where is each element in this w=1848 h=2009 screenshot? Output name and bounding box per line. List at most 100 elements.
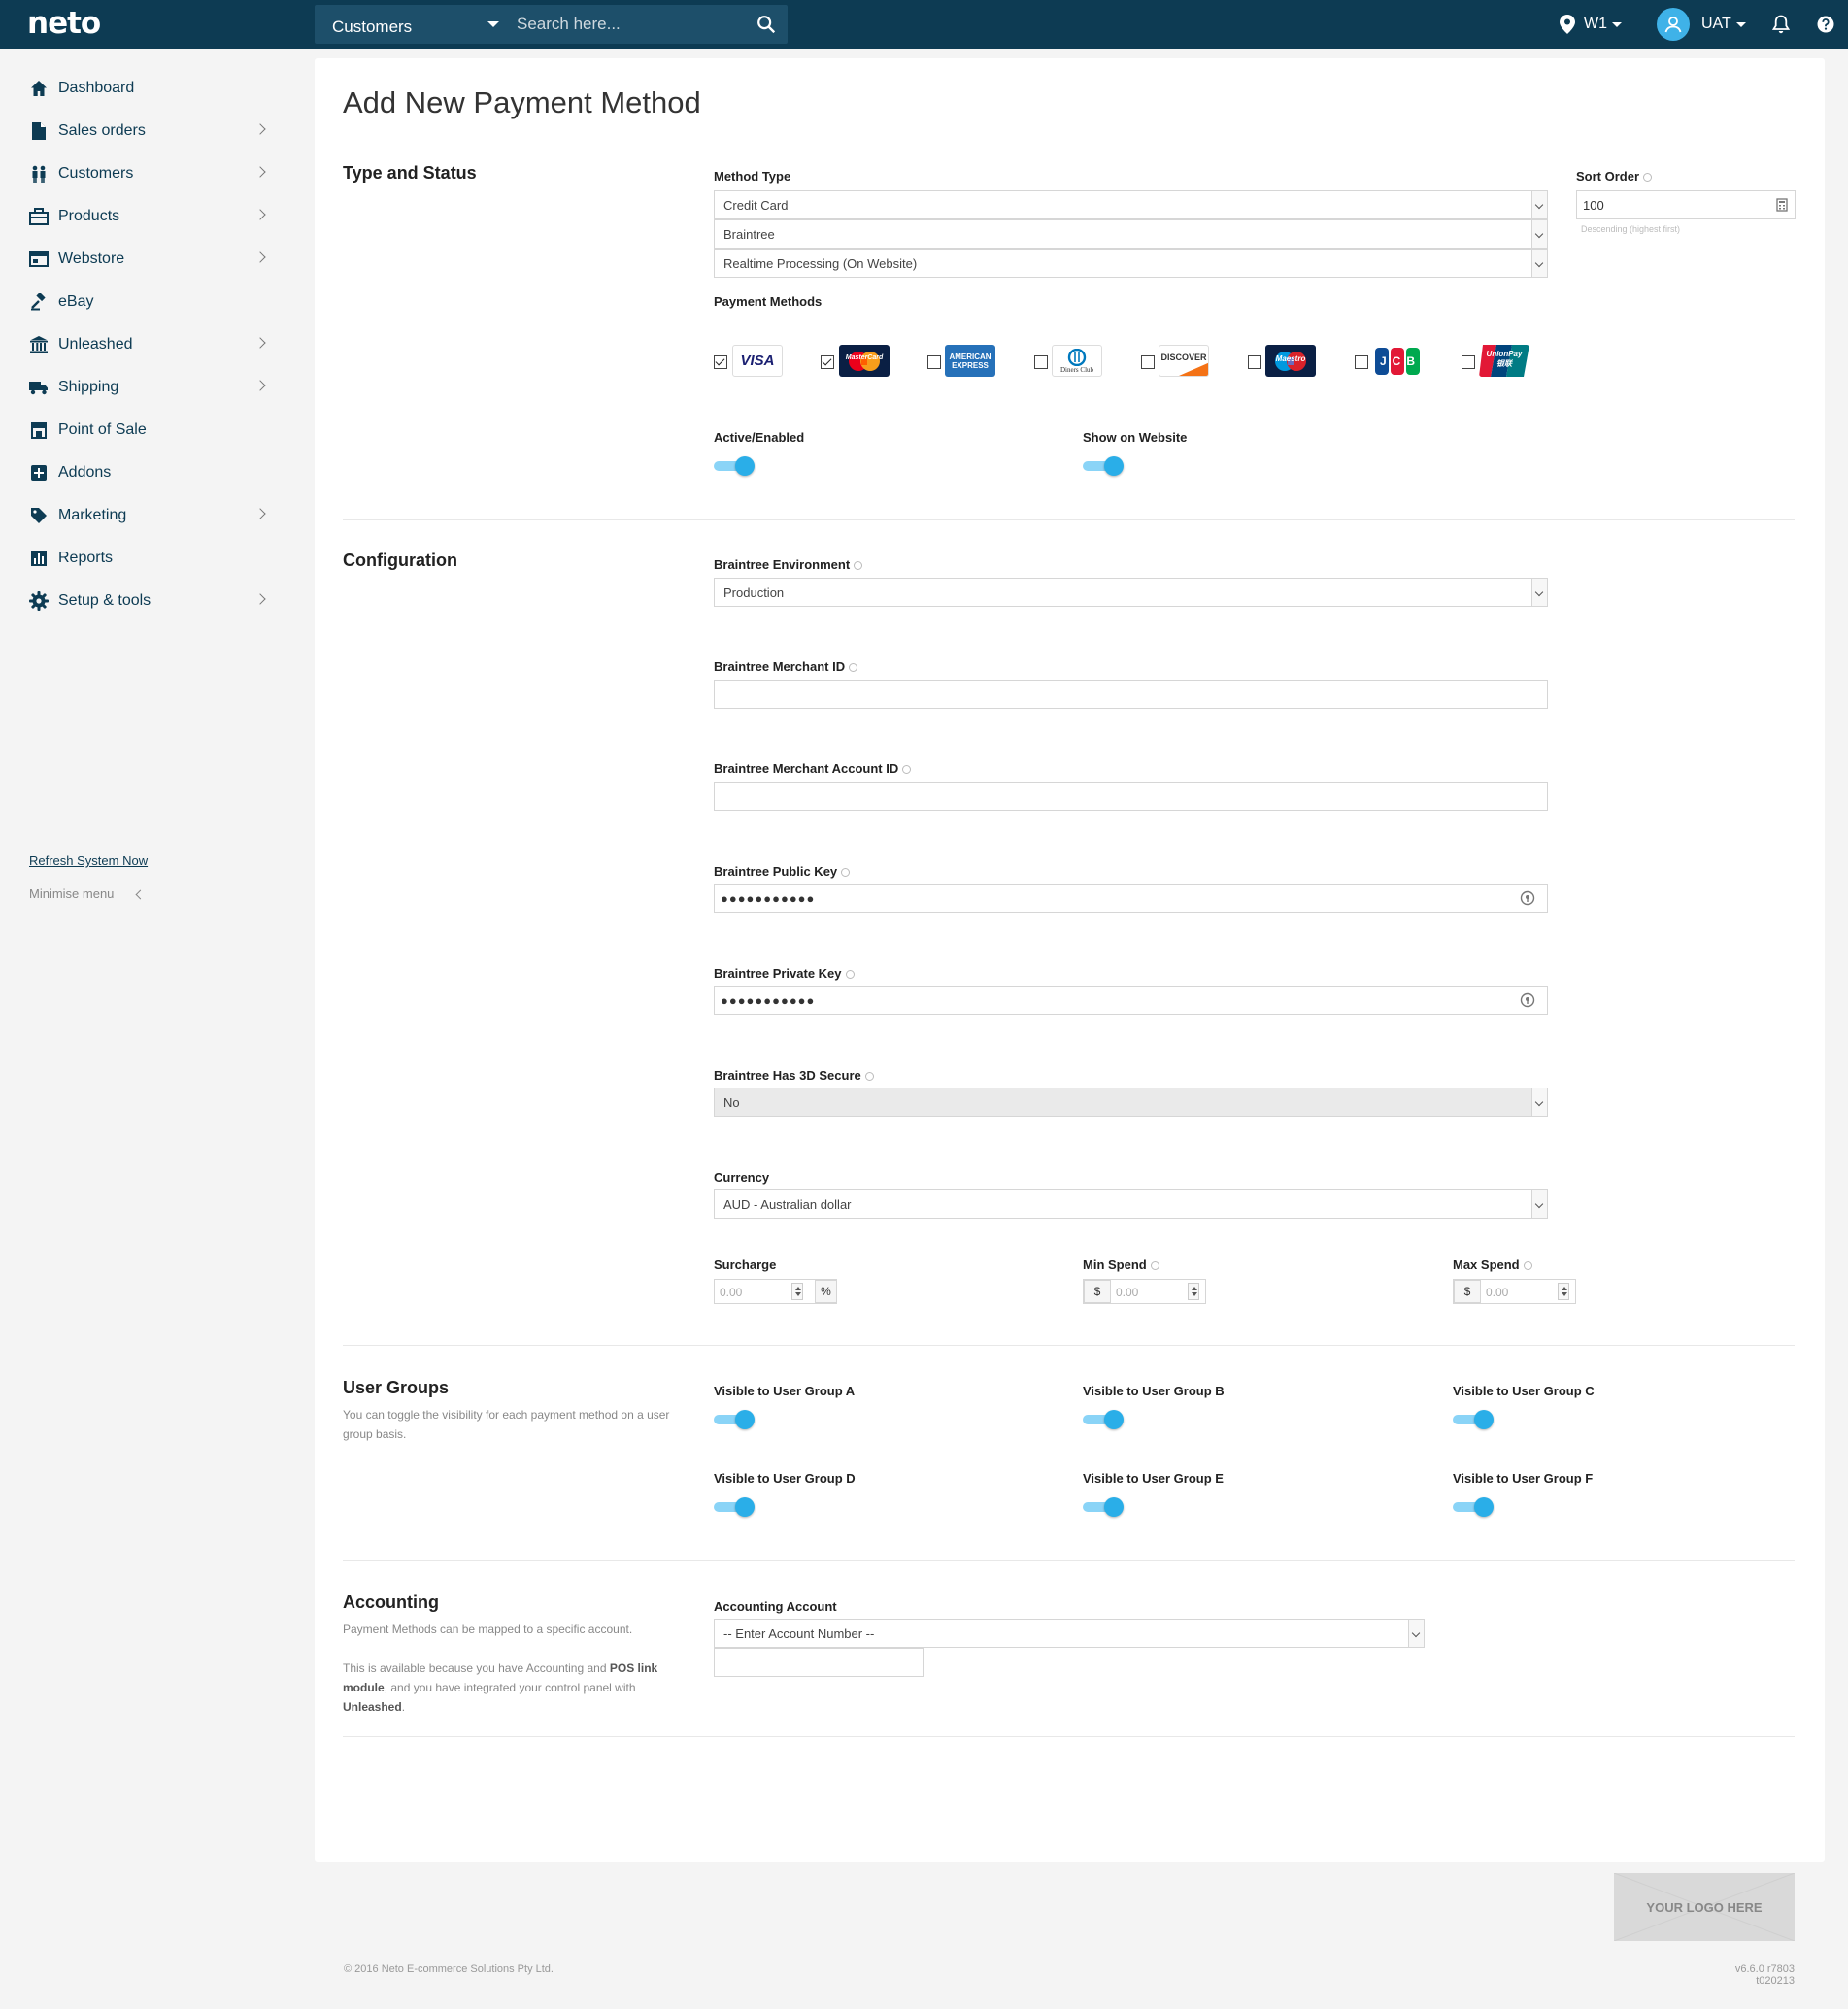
sidebar-item-setup-tools[interactable]: Setup & tools: [29, 582, 267, 620]
sort-order-value: 100: [1583, 198, 1604, 213]
sidebar-item-label: Customers: [58, 165, 134, 182]
user-group-b-toggle[interactable]: [1083, 1410, 1124, 1429]
top-navigation-bar: neto Customers W1 UAT: [0, 0, 1848, 49]
sidebar-item-addons[interactable]: Addons: [29, 453, 267, 492]
provider-select[interactable]: Braintree: [714, 219, 1548, 249]
show-on-website-toggle[interactable]: [1083, 456, 1124, 476]
sort-order-input[interactable]: 100: [1576, 190, 1796, 219]
visa-checkbox[interactable]: [714, 355, 727, 369]
merchant-id-label: Braintree Merchant ID: [714, 659, 858, 674]
sidebar-item-unleashed[interactable]: Unleashed: [29, 325, 267, 364]
sidebar-item-reports[interactable]: Reports: [29, 539, 267, 578]
user-group-e-label: Visible to User Group E: [1083, 1471, 1224, 1486]
refresh-system-link[interactable]: Refresh System Now: [29, 854, 148, 868]
private-key-value: ●●●●●●●●●●●: [721, 993, 816, 1008]
user-group-a-toggle[interactable]: [714, 1410, 755, 1429]
active-enabled-label: Active/Enabled: [714, 430, 805, 445]
percent-addon: %: [815, 1280, 837, 1303]
search-icon[interactable]: [756, 14, 777, 35]
unionpay-checkbox[interactable]: [1462, 355, 1475, 369]
maestro-checkbox[interactable]: [1248, 355, 1261, 369]
logo-placeholder: YOUR LOGO HERE: [1614, 1873, 1795, 1941]
stepper-icon[interactable]: [1188, 1283, 1199, 1300]
active-enabled-toggle[interactable]: [714, 456, 755, 476]
accounting-account-extra-input[interactable]: [714, 1648, 924, 1677]
diners-checkbox[interactable]: [1034, 355, 1048, 369]
sidebar-item-customers[interactable]: Customers: [29, 154, 267, 193]
sidebar-item-label: Point of Sale: [58, 421, 147, 438]
private-key-input[interactable]: ●●●●●●●●●●●: [714, 986, 1548, 1015]
max-spend-value: 0.00: [1486, 1286, 1509, 1299]
stepper-icon[interactable]: [791, 1283, 803, 1300]
minimise-menu-button[interactable]: Minimise menu: [29, 887, 146, 901]
public-key-input[interactable]: ●●●●●●●●●●●: [714, 884, 1548, 913]
section-title-accounting: Accounting: [343, 1592, 439, 1612]
max-spend-input[interactable]: $ 0.00: [1453, 1279, 1576, 1304]
user-groups-description: You can toggle the visibility for each p…: [343, 1408, 670, 1441]
sidebar-item-label: Products: [58, 208, 120, 224]
user-group-d-toggle[interactable]: [714, 1497, 755, 1517]
stepper-icon[interactable]: [1558, 1283, 1569, 1300]
section-title-type-status: Type and Status: [343, 163, 477, 183]
sidebar-item-marketing[interactable]: Marketing: [29, 496, 267, 535]
page-title: Add New Payment Method: [343, 85, 701, 119]
sidebar-item-label: Marketing: [58, 507, 127, 523]
sidebar-item-label: Dashboard: [58, 80, 135, 96]
sidebar-item-dashboard[interactable]: Dashboard: [29, 69, 267, 108]
user-group-b-label: Visible to User Group B: [1083, 1384, 1225, 1398]
notifications-button[interactable]: [1772, 0, 1790, 49]
sidebar-item-point-of-sale[interactable]: Point of Sale: [29, 411, 267, 450]
braintree-environment-select[interactable]: Production: [714, 578, 1548, 607]
search-input[interactable]: [507, 5, 740, 44]
gavel-icon: [29, 292, 49, 312]
browser-icon: [29, 250, 49, 269]
reveal-password-icon[interactable]: [1520, 992, 1535, 1008]
user-menu[interactable]: UAT: [1657, 0, 1746, 49]
neto-logo[interactable]: neto: [27, 6, 101, 41]
help-icon: [1817, 16, 1834, 33]
currency-select[interactable]: AUD - Australian dollar: [714, 1189, 1548, 1219]
merchant-id-input[interactable]: [714, 680, 1548, 709]
help-button[interactable]: [1817, 0, 1834, 49]
merchant-account-id-input[interactable]: [714, 782, 1548, 811]
method-type-select[interactable]: Credit Card: [714, 190, 1548, 219]
sidebar-item-webstore[interactable]: Webstore: [29, 240, 267, 279]
processing-select[interactable]: Realtime Processing (On Website): [714, 249, 1548, 278]
sidebar-item-label: Reports: [58, 550, 114, 566]
jcb-logo-icon: JCB: [1372, 345, 1423, 377]
search-scope-dropdown[interactable]: Customers: [315, 5, 507, 44]
sidebar-item-shipping[interactable]: Shipping: [29, 368, 267, 407]
mastercard-checkbox[interactable]: [821, 355, 834, 369]
chevron-down-icon: [1531, 191, 1547, 218]
surcharge-input[interactable]: 0.00 %: [714, 1279, 837, 1304]
user-group-f-toggle[interactable]: [1453, 1497, 1494, 1517]
3d-secure-select[interactable]: No: [714, 1088, 1548, 1117]
amex-logo-icon: AMERICAN EXPRESS: [945, 345, 995, 377]
chevron-right-icon: [254, 380, 266, 391]
sidebar-item-sales-orders[interactable]: Sales orders: [29, 112, 267, 151]
reveal-password-icon[interactable]: [1520, 890, 1535, 906]
discover-logo-icon: DISCOVER: [1159, 345, 1209, 377]
people-icon: [29, 164, 49, 184]
public-key-label: Braintree Public Key: [714, 864, 851, 879]
sidebar-item-label: Setup & tools: [58, 592, 151, 609]
user-group-e-toggle[interactable]: [1083, 1497, 1124, 1517]
info-icon: [902, 765, 912, 775]
user-group-a-label: Visible to User Group A: [714, 1384, 856, 1398]
discover-checkbox[interactable]: [1141, 355, 1155, 369]
info-icon: [845, 970, 855, 980]
dollar-addon: $: [1084, 1280, 1111, 1303]
sidebar-item-products[interactable]: Products: [29, 197, 267, 236]
chevron-down-icon: [1531, 250, 1547, 277]
max-spend-label: Max Spend: [1453, 1257, 1532, 1272]
surcharge-value: 0.00: [720, 1286, 743, 1299]
show-on-website-label: Show on Website: [1083, 430, 1188, 445]
min-spend-input[interactable]: $ 0.00: [1083, 1279, 1206, 1304]
amex-checkbox[interactable]: [927, 355, 941, 369]
location-selector[interactable]: W1: [1560, 0, 1622, 49]
user-group-c-toggle[interactable]: [1453, 1410, 1494, 1429]
calculator-icon: [1776, 198, 1788, 212]
accounting-account-select[interactable]: -- Enter Account Number --: [714, 1619, 1425, 1648]
jcb-checkbox[interactable]: [1355, 355, 1368, 369]
sidebar-item-ebay[interactable]: eBay: [29, 283, 267, 321]
